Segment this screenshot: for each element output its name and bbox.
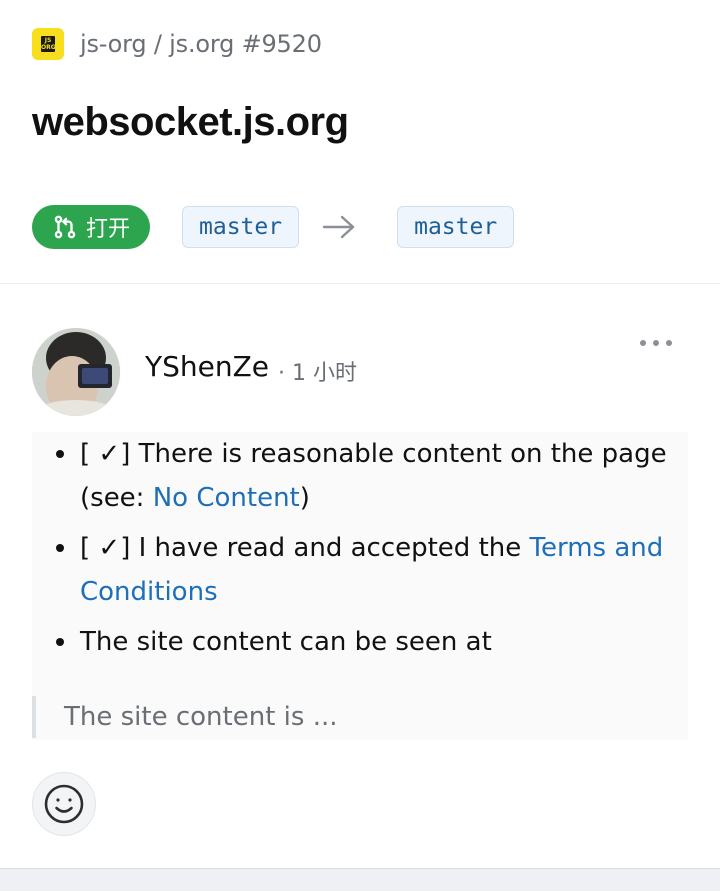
comment-author[interactable]: YShenZe	[145, 350, 269, 383]
breadcrumb-text[interactable]: js-org / js.org #9520	[80, 30, 322, 58]
smiley-icon	[44, 784, 84, 824]
base-branch[interactable]: master	[182, 206, 300, 248]
status-label: 打开	[85, 217, 130, 242]
repo-logo-icon: JS ORG	[32, 28, 64, 60]
list-item: The site content can be seen at	[48, 620, 668, 664]
status-badge: 打开	[32, 205, 150, 249]
checklist: [ ✓] There is reasonable content on the …	[48, 432, 668, 670]
no-content-link[interactable]: No Content	[153, 483, 300, 513]
logo-mark: JS ORG	[41, 36, 56, 52]
avatar-image	[32, 328, 120, 416]
item-text: [ ✓] I have read and accepted the	[80, 533, 530, 563]
page-title: websocket.js.org	[32, 100, 349, 144]
divider	[0, 283, 720, 284]
item-suffix: )	[299, 483, 310, 513]
repo-breadcrumb[interactable]: JS ORG js-org / js.org #9520	[32, 28, 322, 60]
item-text: The site content can be seen at	[80, 627, 492, 657]
add-reaction-button[interactable]	[32, 772, 96, 836]
avatar[interactable]	[32, 328, 120, 416]
list-item: [ ✓] There is reasonable content on the …	[48, 432, 668, 520]
bottom-bar	[0, 868, 720, 891]
pr-status-row: 打开 master master	[32, 205, 515, 249]
pull-request-icon	[54, 215, 76, 239]
arrow-right-icon	[322, 215, 355, 239]
comment-timestamp: · 1 小时	[278, 361, 357, 386]
list-item: [ ✓] I have read and accepted the Terms …	[48, 526, 668, 614]
more-horizontal-icon[interactable]	[636, 332, 676, 354]
head-branch[interactable]: master	[397, 206, 515, 248]
blockquote: The site content is ...	[32, 696, 337, 738]
